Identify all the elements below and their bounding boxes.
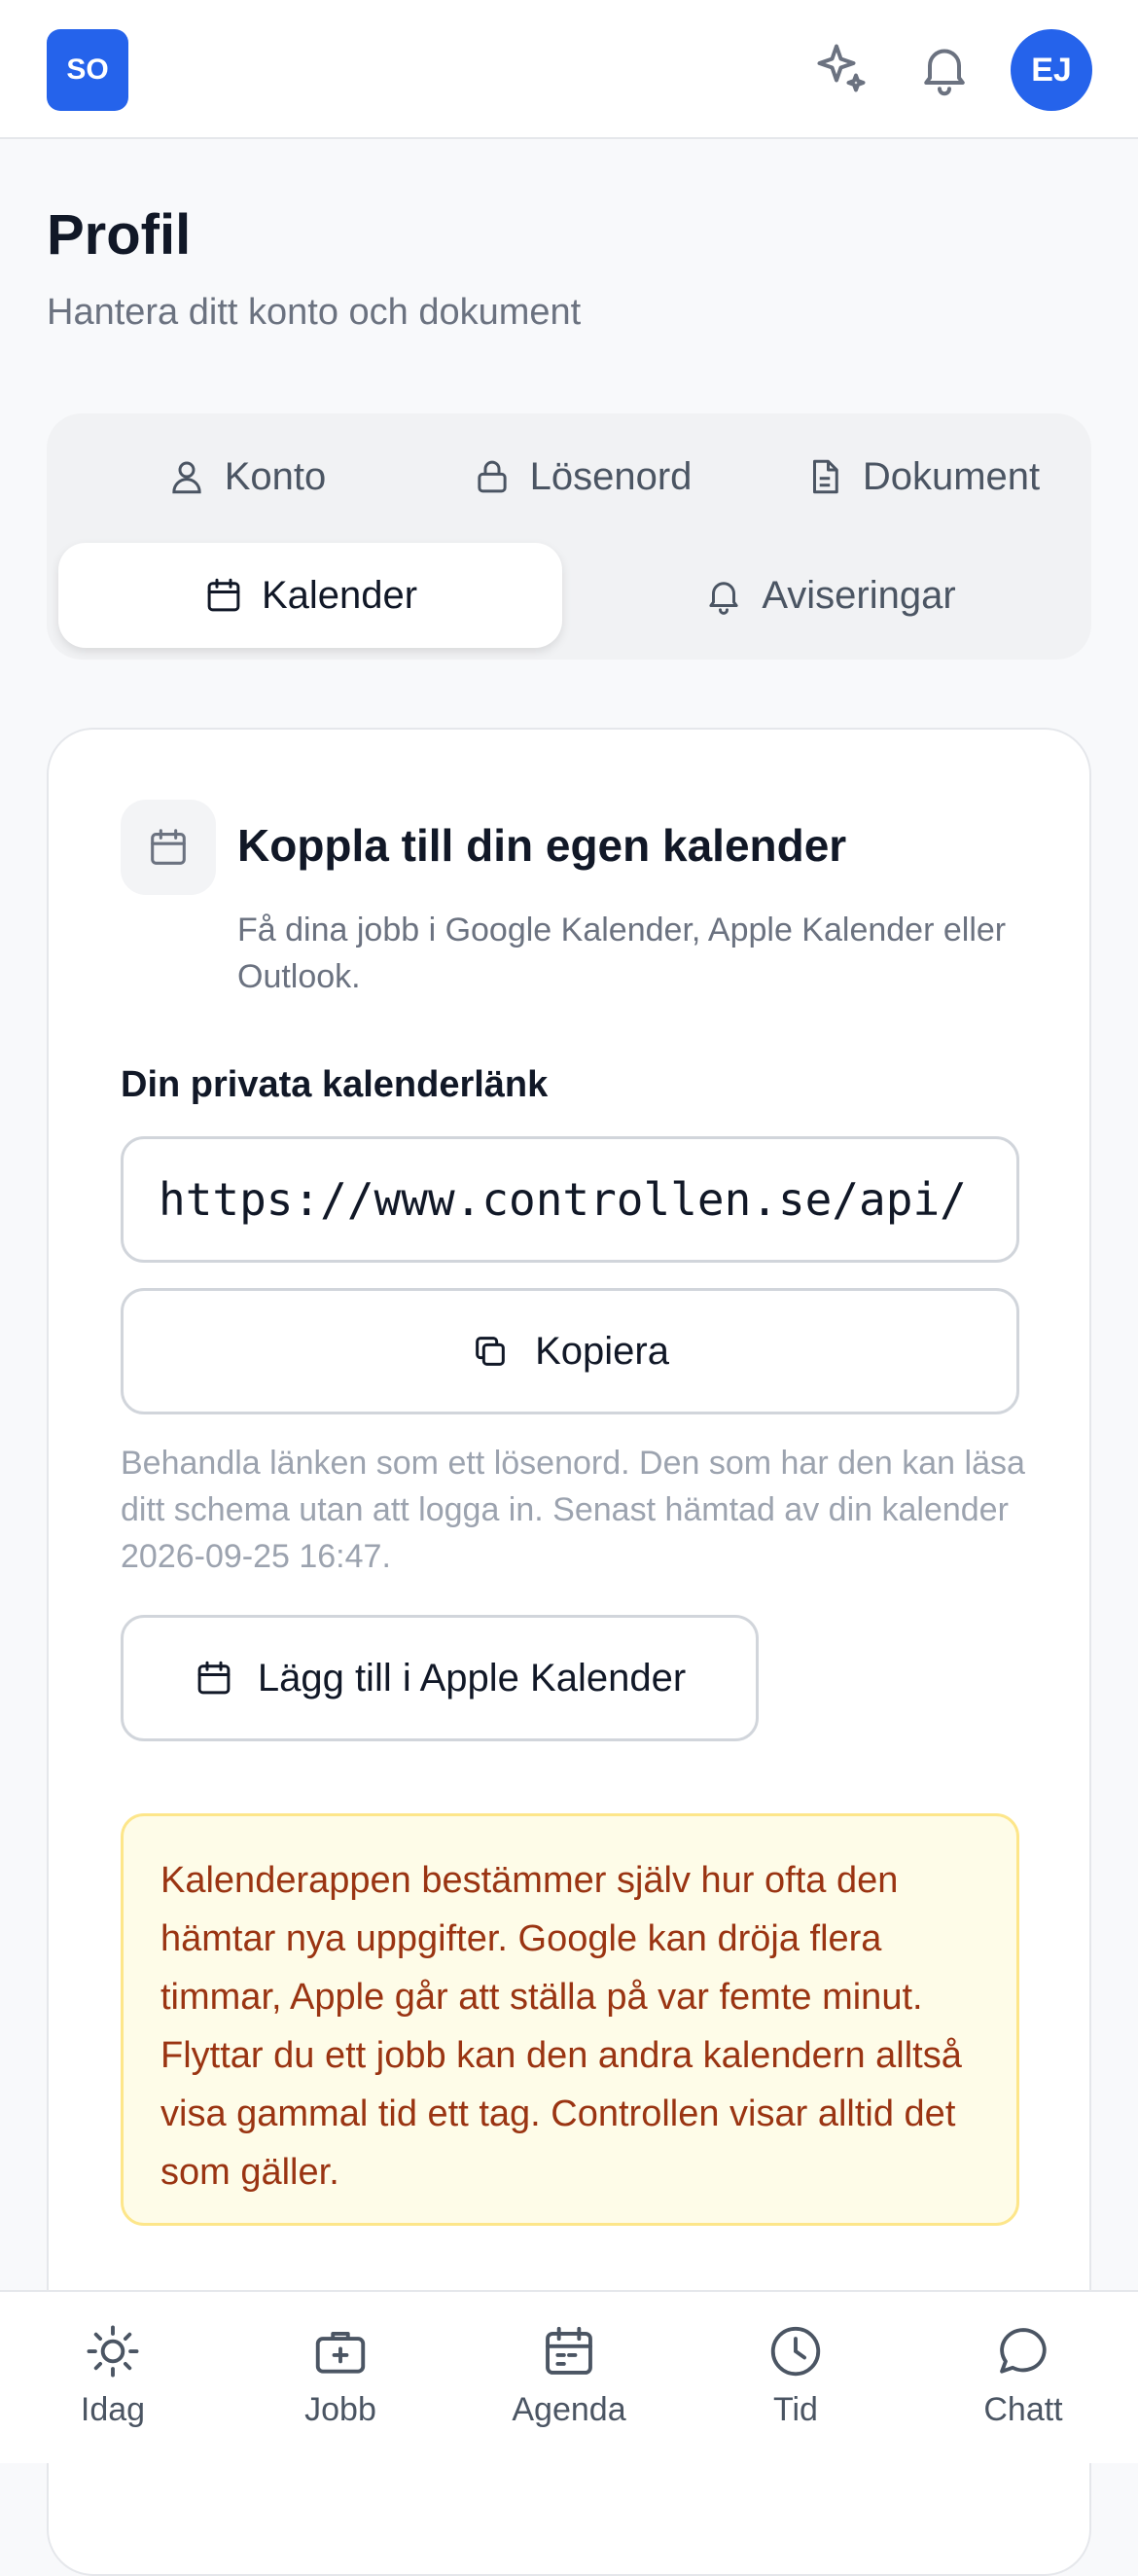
page-title: Profil xyxy=(47,203,192,267)
tab-aviseringar[interactable]: Aviseringar xyxy=(591,547,1068,644)
nav-tid[interactable]: Tid xyxy=(698,2321,893,2429)
nav-agenda[interactable]: Agenda xyxy=(472,2321,666,2429)
profile-tabs: Konto Lösenord Dokument Kalender Aviseri… xyxy=(47,413,1091,660)
card-title: Koppla till din egen kalender xyxy=(237,820,847,871)
tab-label: Lösenord xyxy=(529,454,693,498)
calendar-icon xyxy=(151,829,186,865)
nav-label: Agenda xyxy=(512,2391,626,2428)
copy-icon xyxy=(476,1337,505,1366)
sync-notice: Kalenderappen bestämmer själv hur ofta d… xyxy=(121,1813,1019,2226)
tab-kalender[interactable]: Kalender xyxy=(58,543,562,648)
tab-konto[interactable]: Konto xyxy=(105,428,387,525)
bell-icon[interactable] xyxy=(915,39,974,97)
calendar-link-label: Din privata kalenderlänk xyxy=(121,1064,549,1105)
page-subtitle: Hantera ditt konto och dokument xyxy=(47,292,582,333)
clock-icon xyxy=(770,2326,821,2377)
security-hint: Behandla länken som ett lösenord. Den so… xyxy=(121,1445,1025,1575)
tab-label: Aviseringar xyxy=(762,573,956,617)
apple-button-label: Lägg till i Apple Kalender xyxy=(257,1656,687,1699)
app-logo[interactable]: SO xyxy=(47,29,128,111)
copy-button[interactable]: Kopiera xyxy=(121,1288,1019,1414)
calendar-icon xyxy=(546,2326,592,2375)
nav-idag[interactable]: Idag xyxy=(16,2321,210,2429)
nav-chatt[interactable]: Chatt xyxy=(926,2321,1120,2429)
avatar[interactable]: EJ xyxy=(1011,29,1092,111)
calendar-link-field[interactable] xyxy=(121,1136,1019,1263)
nav-label: Idag xyxy=(80,2391,146,2428)
card-description: Få dina jobb i Google Kalender, Apple Ka… xyxy=(237,912,1007,995)
nav-label: Jobb xyxy=(304,2391,376,2428)
calendar-badge xyxy=(121,800,216,895)
nav-label: Chatt xyxy=(983,2391,1063,2428)
sparkles-icon[interactable] xyxy=(812,39,871,97)
user-icon xyxy=(172,461,201,494)
tab-label: Dokument xyxy=(862,454,1041,498)
nav-jobb[interactable]: Jobb xyxy=(243,2321,438,2429)
tab-label: Konto xyxy=(224,454,327,498)
bell-icon xyxy=(709,582,738,615)
calendar-icon xyxy=(207,578,240,612)
copy-label: Kopiera xyxy=(535,1329,669,1373)
top-bar: SO EJ xyxy=(0,0,1138,139)
bottom-nav: Idag Jobb Agenda Tid Chatt xyxy=(0,2290,1138,2463)
calendar-icon xyxy=(197,1661,231,1695)
tab-dokument[interactable]: Dokument xyxy=(771,428,1073,525)
tab-losenord[interactable]: Lösenord xyxy=(436,428,728,525)
nav-label: Tid xyxy=(773,2391,818,2428)
add-to-apple-calendar-button[interactable]: Lägg till i Apple Kalender xyxy=(121,1615,759,1741)
chat-icon xyxy=(1000,2328,1047,2374)
lock-icon xyxy=(477,460,507,493)
tab-label: Kalender xyxy=(261,573,418,617)
document-icon xyxy=(812,459,838,494)
sun-icon xyxy=(87,2325,139,2378)
briefcase-icon xyxy=(315,2331,366,2374)
